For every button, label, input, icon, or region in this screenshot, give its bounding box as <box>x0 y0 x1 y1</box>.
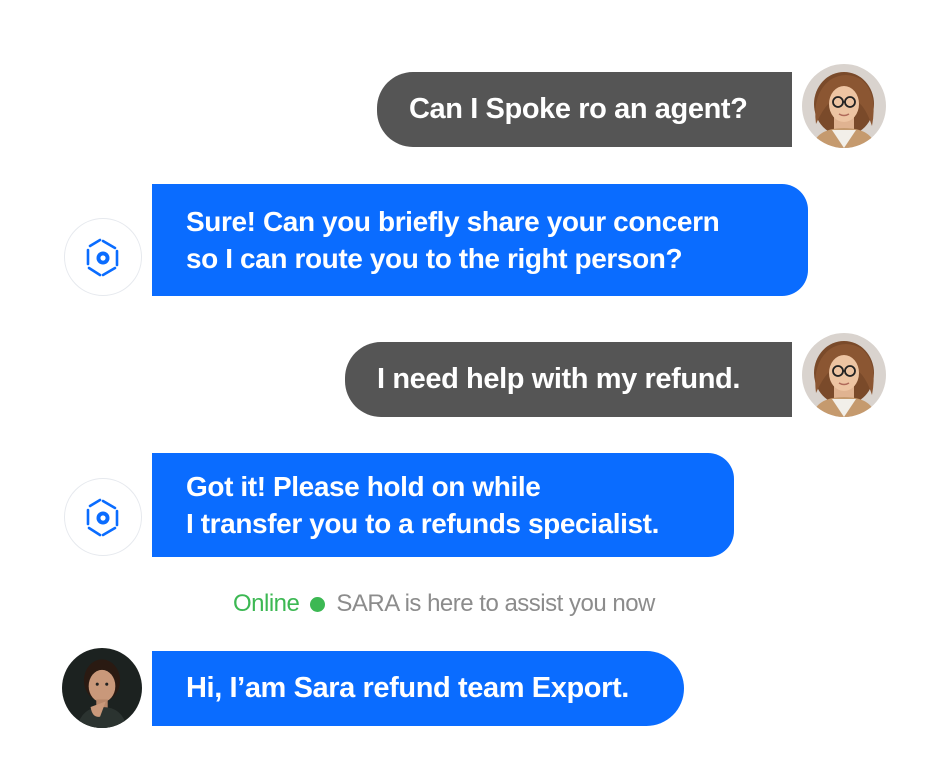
chat-window: Can I Spoke ro an agent? Sure! Can you b… <box>0 0 950 782</box>
message-line: Sure! Can you briefly share your concern <box>186 206 720 237</box>
user-message: I need help with my refund. <box>345 342 792 417</box>
message-line: I transfer you to a refunds specialist. <box>186 508 659 539</box>
bot-avatar <box>64 478 142 556</box>
message-text: I need help with my refund. <box>377 363 741 395</box>
message-line: Got it! Please hold on while <box>186 471 541 502</box>
message-text: Can I Spoke ro an agent? <box>409 93 748 125</box>
agent-avatar <box>62 648 142 728</box>
bot-avatar <box>64 218 142 296</box>
message-text: Hi, I’am Sara refund team Export. <box>186 672 629 704</box>
message-line: so I can route you to the right person? <box>186 243 683 274</box>
aperture-bot-icon <box>86 498 119 537</box>
agent-status: Online SARA is here to assist you now <box>233 589 655 619</box>
agent-message: Hi, I’am Sara refund team Export. <box>152 651 684 726</box>
user-message: Can I Spoke ro an agent? <box>377 72 792 147</box>
online-label: Online <box>233 590 300 617</box>
aperture-bot-icon <box>86 238 119 277</box>
bot-message: Got it! Please hold on while I transfer … <box>152 453 734 557</box>
user-avatar <box>802 64 886 148</box>
bot-message: Sure! Can you briefly share your concern… <box>152 184 808 296</box>
status-message: SARA is here to assist you now <box>336 590 655 617</box>
user-avatar <box>802 333 886 417</box>
online-dot-icon <box>310 596 326 612</box>
